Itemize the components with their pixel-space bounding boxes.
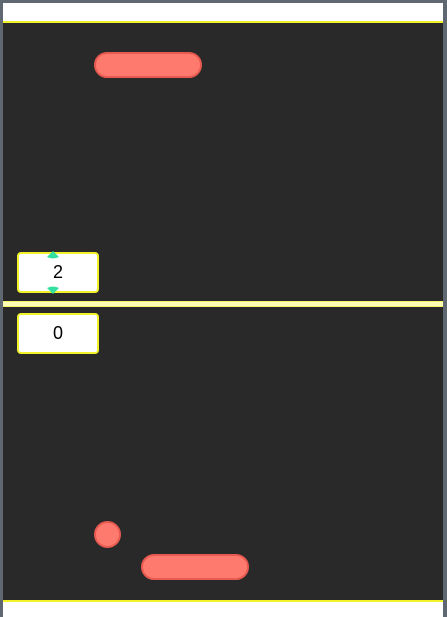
center-line: [3, 301, 443, 307]
bottom-score-box[interactable]: 0: [17, 313, 99, 354]
game-window: 2 0: [3, 3, 443, 617]
caret-down-icon[interactable]: [47, 286, 59, 294]
bottom-paddle[interactable]: [141, 554, 249, 580]
ball: [94, 521, 121, 548]
pong-court[interactable]: 2 0: [3, 21, 443, 602]
top-paddle: [94, 52, 202, 78]
top-score-value: 2: [52, 262, 63, 282]
bottom-score-value: 0: [52, 323, 63, 343]
caret-up-icon[interactable]: [47, 251, 59, 259]
